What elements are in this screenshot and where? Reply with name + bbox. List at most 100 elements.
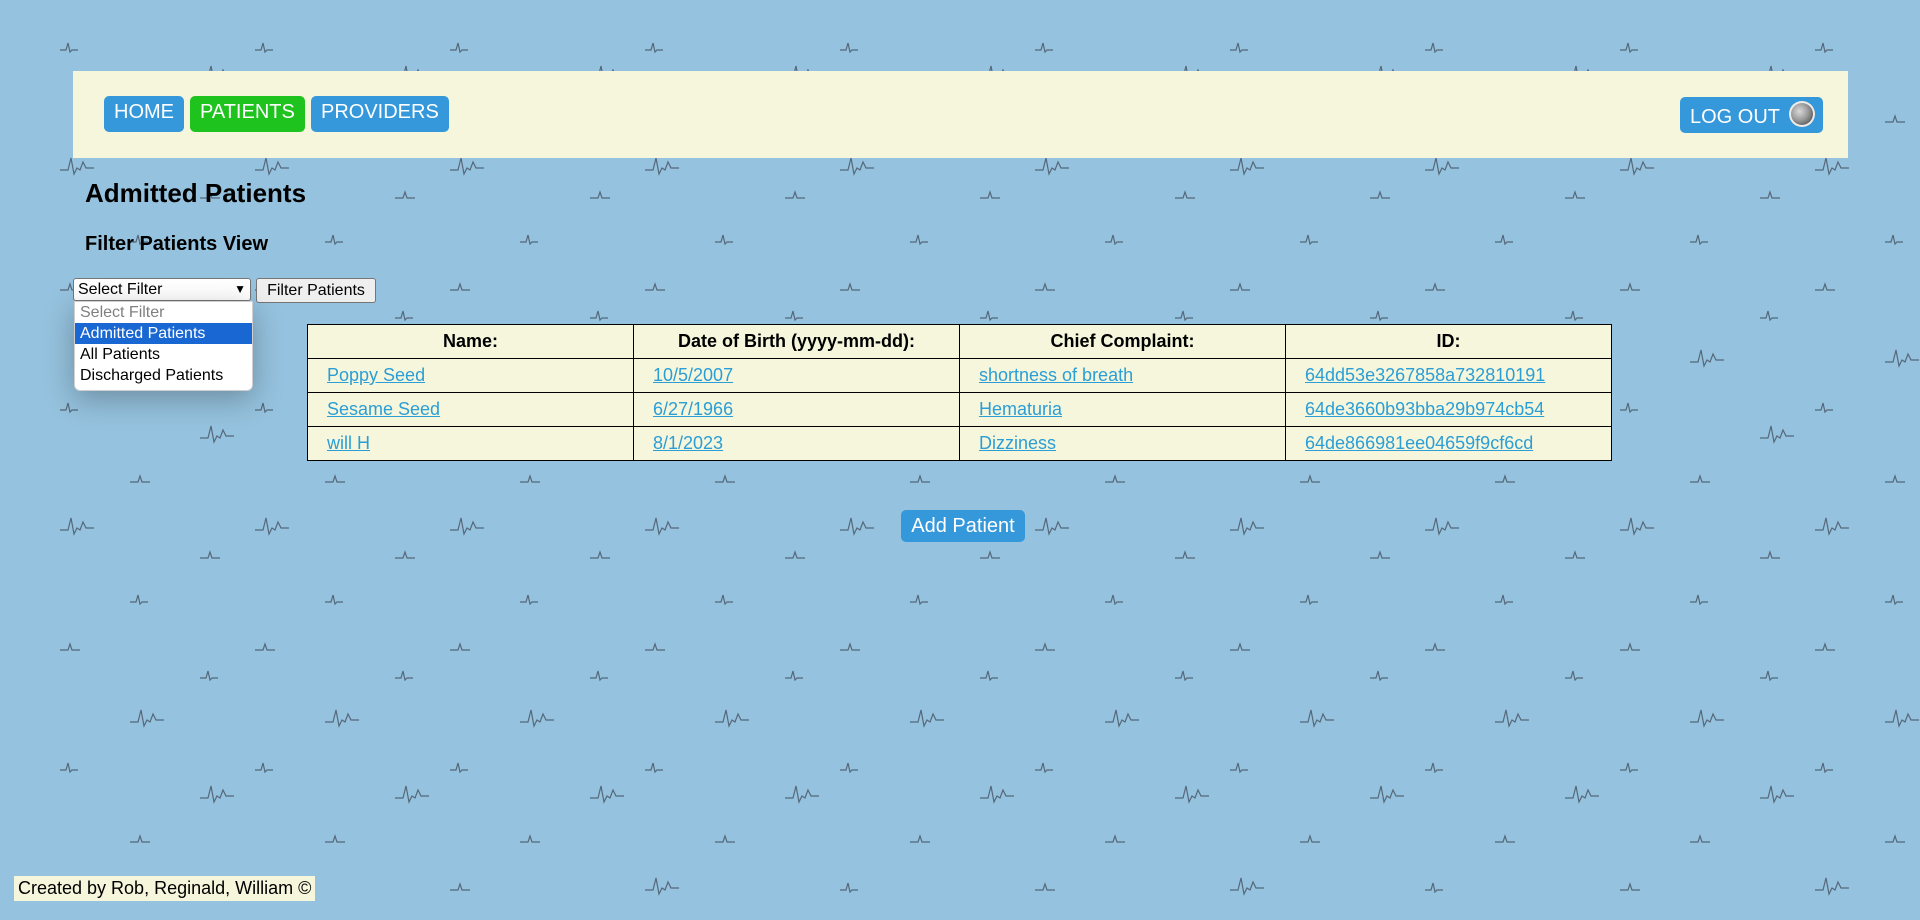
- logout-label: LOG OUT: [1690, 106, 1781, 128]
- table-cell: 8/1/2023: [633, 426, 960, 461]
- ekg-trace-mark: [1760, 785, 1794, 804]
- nav-home-button[interactable]: HOME: [104, 96, 184, 132]
- ekg-trace-mark: [450, 157, 484, 176]
- ekg-trace-mark: [1425, 642, 1445, 651]
- ekg-trace-mark: [255, 517, 289, 536]
- ekg-trace-mark: [1690, 594, 1708, 606]
- ekg-trace-mark: [1885, 594, 1903, 606]
- ekg-trace-mark: [645, 157, 679, 176]
- ekg-trace-mark: [200, 670, 218, 682]
- ekg-trace-mark: [1885, 349, 1919, 368]
- chevron-down-icon: ▼: [234, 282, 246, 296]
- filter-select[interactable]: Select Filter ▼: [73, 278, 251, 301]
- ekg-trace-mark: [1230, 642, 1250, 651]
- patient-id-link[interactable]: 64de3660b93bba29b974cb54: [1305, 399, 1544, 419]
- ekg-trace-mark: [1230, 42, 1248, 54]
- ekg-trace-mark: [450, 762, 468, 774]
- navbar: HOME PATIENTS PROVIDERS LOG OUT: [73, 71, 1848, 158]
- filter-dropdown-list: Select Filter Admitted Patients All Pati…: [74, 301, 253, 391]
- patient-name-link[interactable]: Poppy Seed: [327, 365, 425, 385]
- patient-complaint-link[interactable]: shortness of breath: [979, 365, 1133, 385]
- ekg-trace-mark: [1565, 670, 1583, 682]
- table-cell: shortness of breath: [959, 358, 1286, 393]
- ekg-trace-mark: [1565, 310, 1583, 322]
- ekg-trace-mark: [840, 762, 858, 774]
- footer-credits: Created by Rob, Reginald, William ©: [14, 876, 316, 901]
- patients-table: Name: Date of Birth (yyyy-mm-dd): Chief …: [307, 324, 1612, 461]
- ekg-trace-mark: [1690, 349, 1724, 368]
- patient-name-link[interactable]: Sesame Seed: [327, 399, 440, 419]
- ekg-trace-mark: [1495, 234, 1513, 246]
- ekg-trace-mark: [1230, 282, 1250, 291]
- table-cell: 10/5/2007: [633, 358, 960, 393]
- ekg-trace-mark: [1105, 834, 1125, 843]
- ekg-trace-mark: [715, 474, 735, 483]
- patient-name-link[interactable]: will H: [327, 433, 370, 453]
- add-patient-button[interactable]: Add Patient: [901, 510, 1025, 542]
- table-row: will H 8/1/2023 Dizziness 64de866981ee04…: [307, 426, 1612, 461]
- ekg-trace-mark: [785, 310, 803, 322]
- ekg-trace-mark: [395, 670, 413, 682]
- ekg-trace-mark: [1230, 517, 1264, 536]
- ekg-trace-mark: [450, 42, 468, 54]
- ekg-trace-mark: [645, 282, 665, 291]
- ekg-trace-mark: [1370, 550, 1390, 559]
- ekg-trace-mark: [1300, 834, 1320, 843]
- ekg-trace-mark: [1300, 234, 1318, 246]
- ekg-trace-mark: [325, 709, 359, 728]
- filter-section-title: Filter Patients View: [85, 233, 269, 255]
- patient-complaint-link[interactable]: Hematuria: [979, 399, 1062, 419]
- filter-select-value: Select Filter: [78, 281, 163, 298]
- ekg-trace-mark: [1425, 42, 1443, 54]
- filter-option-all-patients[interactable]: All Patients: [75, 344, 252, 365]
- filter-patients-button[interactable]: Filter Patients: [256, 278, 376, 303]
- ekg-trace-mark: [1425, 282, 1445, 291]
- table-row: Poppy Seed 10/5/2007 shortness of breath…: [307, 358, 1612, 393]
- ekg-trace-mark: [130, 474, 150, 483]
- filter-option-discharged-patients[interactable]: Discharged Patients: [75, 365, 252, 386]
- patient-dob-link[interactable]: 6/27/1966: [653, 399, 733, 419]
- ekg-trace-mark: [1760, 425, 1794, 444]
- ekg-trace-mark: [325, 234, 343, 246]
- ekg-trace-mark: [1425, 762, 1443, 774]
- ekg-trace-mark: [255, 762, 273, 774]
- ekg-trace-mark: [715, 834, 735, 843]
- patient-dob-link[interactable]: 10/5/2007: [653, 365, 733, 385]
- ekg-trace-mark: [1885, 709, 1919, 728]
- ekg-trace-mark: [450, 517, 484, 536]
- ekg-trace-mark: [840, 642, 860, 651]
- ekg-trace-mark: [910, 834, 930, 843]
- table-header-row: Name: Date of Birth (yyyy-mm-dd): Chief …: [307, 324, 1612, 359]
- ekg-trace-mark: [1300, 594, 1318, 606]
- nav-providers-button[interactable]: PROVIDERS: [311, 96, 449, 132]
- table-cell: 64de866981ee04659f9cf6cd: [1285, 426, 1612, 461]
- ekg-trace-mark: [1815, 282, 1835, 291]
- ekg-trace-mark: [840, 42, 858, 54]
- ekg-trace-mark: [395, 310, 413, 322]
- ekg-trace-mark: [1230, 877, 1264, 896]
- filter-option-admitted-patients[interactable]: Admitted Patients: [75, 323, 252, 344]
- table-row: Sesame Seed 6/27/1966 Hematuria 64de3660…: [307, 392, 1612, 427]
- ekg-trace-mark: [1035, 42, 1053, 54]
- ekg-trace-mark: [1760, 310, 1778, 322]
- ekg-trace-mark: [1760, 190, 1780, 199]
- ekg-trace-mark: [1175, 310, 1193, 322]
- nav-patients-button[interactable]: PATIENTS: [190, 96, 305, 132]
- filter-option-select-filter: Select Filter: [80, 304, 165, 321]
- logout-button[interactable]: LOG OUT: [1680, 97, 1823, 133]
- patient-complaint-link[interactable]: Dizziness: [979, 433, 1056, 453]
- ekg-trace-mark: [980, 785, 1014, 804]
- ekg-trace-mark: [980, 670, 998, 682]
- user-avatar-icon: [1789, 101, 1815, 127]
- ekg-trace-mark: [60, 517, 94, 536]
- ekg-trace-mark: [1885, 474, 1905, 483]
- patient-id-link[interactable]: 64de866981ee04659f9cf6cd: [1305, 433, 1533, 453]
- ekg-trace-mark: [840, 157, 874, 176]
- ekg-trace-mark: [1885, 114, 1905, 123]
- patient-id-link[interactable]: 64dd53e3267858a732810191: [1305, 365, 1545, 385]
- ekg-trace-mark: [200, 550, 220, 559]
- ekg-trace-mark: [980, 190, 1000, 199]
- ekg-trace-mark: [520, 234, 538, 246]
- ekg-trace-mark: [1105, 709, 1139, 728]
- patient-dob-link[interactable]: 8/1/2023: [653, 433, 723, 453]
